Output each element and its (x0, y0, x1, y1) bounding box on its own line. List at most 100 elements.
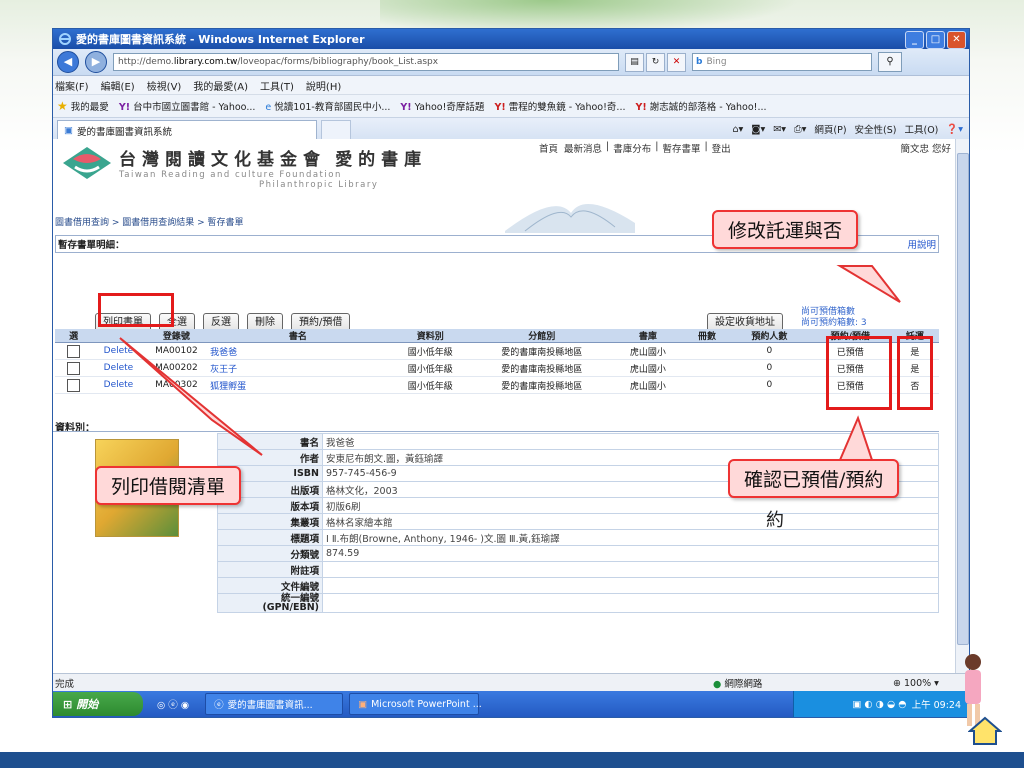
menu-favorites[interactable]: 我的最愛(A) (193, 78, 248, 93)
favorite-link-2[interactable]: e 悅讀101-教育部國民中小... (265, 99, 390, 113)
menu-bar: 檔案(F) 編輯(E) 檢視(V) 我的最愛(A) 工具(T) 說明(H) (53, 76, 969, 95)
callout-print: 列印借閱清單 (95, 466, 242, 505)
cmd-safety[interactable]: 安全性(S) (855, 122, 897, 136)
stop-icon[interactable]: ✕ (667, 52, 686, 72)
vertical-scrollbar[interactable] (955, 139, 969, 673)
maximize-button[interactable]: □ (926, 31, 945, 49)
nav-temp-list[interactable]: 暫存書單 (660, 141, 702, 155)
row-checkbox[interactable] (67, 378, 81, 392)
tray-icons[interactable]: ▣ ◐ ◑ ◒ ◓ (852, 699, 906, 710)
feeds-icon[interactable]: ◙▾ (751, 124, 765, 135)
system-tray: ▣ ◐ ◑ ◒ ◓ 上午 09:24 (793, 691, 969, 717)
taskbar-item-ie[interactable]: ⓔ 愛的書庫圖書資訊... (205, 693, 344, 715)
status-bar: 完成 ● 網際網路 ⊕ 100% ▾ (53, 673, 969, 692)
menu-view[interactable]: 檢視(V) (147, 78, 182, 93)
menu-tools[interactable]: 工具(T) (260, 78, 294, 93)
logo-title-2: 愛的書庫 (335, 150, 428, 170)
delete-link[interactable]: Delete (92, 359, 145, 377)
open-book-illustration (505, 204, 635, 233)
detail-row: 版本項 初版6刷 (217, 497, 939, 514)
col-branch: 分館別 (472, 329, 611, 343)
title-bar: 愛的書庫圖書資訊系統 - Windows Internet Explorer _… (53, 29, 969, 49)
row-checkbox[interactable] (67, 344, 81, 358)
nav-news[interactable]: 最新消息 (562, 141, 604, 155)
detail-key: 書名 (217, 433, 323, 450)
help-icon[interactable]: ❓▾ (946, 124, 963, 135)
col-action (92, 329, 145, 343)
col-type: 資料別 (387, 329, 473, 343)
url-field[interactable]: http://demo. library.com.tw/loveopac/form… (113, 53, 619, 71)
close-button[interactable]: ✕ (947, 31, 966, 49)
cmd-tools[interactable]: 工具(O) (905, 122, 939, 136)
mail-icon[interactable]: ✉▾ (773, 124, 786, 135)
detail-key: 分類號 (217, 545, 323, 562)
favorites-bar: ★ 我的最愛 Y! 台中市國立圖書館 - Yahoo... e 悅讀101-教育… (53, 95, 969, 118)
yahoo-blog-icon: Y! (635, 102, 647, 113)
ie-icon (59, 33, 71, 45)
site-logo[interactable]: 台灣閱讀文化基金會 愛的書庫 Taiwan Reading and cultur… (61, 145, 427, 190)
detail-row: 書名 我爸爸 (217, 433, 939, 450)
nav-branches[interactable]: 書庫分布 (611, 141, 653, 155)
new-tab-button[interactable] (321, 120, 351, 140)
scrollbar-thumb[interactable] (957, 153, 969, 645)
star-icon: ★ (57, 99, 68, 113)
favorite-link-3[interactable]: Y! Yahoo!奇摩話題 (400, 99, 484, 113)
minimize-button[interactable]: _ (905, 31, 924, 49)
menu-edit[interactable]: 編輯(E) (101, 78, 135, 93)
detail-key: 統一編號 (GPN/EBN) (217, 593, 323, 613)
row-reservations: 0 (728, 342, 810, 360)
table-row[interactable]: Delete MA00102 我爸爸 國小低年級 愛的書庫南投縣地區 虎山國小 … (55, 342, 939, 360)
search-icon[interactable]: ⚲ (878, 52, 902, 72)
favorite-link-5[interactable]: Y! 謝志誠的部落格 - Yahoo!... (636, 99, 767, 113)
table-row[interactable]: Delete MA00302 狐狸孵蛋 國小低年級 愛的書庫南投縣地區 虎山國小… (55, 376, 939, 394)
start-button[interactable]: ⊞ 開始 (53, 692, 143, 716)
detail-value: 格林名家繪本館 (322, 513, 939, 530)
col-count: 冊數 (685, 329, 729, 343)
nav-home[interactable]: 首頁 (537, 141, 560, 155)
windows-logo-icon: ⊞ (63, 697, 73, 711)
delete-link[interactable]: Delete (92, 342, 145, 360)
quicklaunch-icons[interactable]: ◎ ⓔ ◉ (157, 697, 189, 711)
menu-file[interactable]: 檔案(F) (55, 78, 89, 93)
search-input[interactable]: b Bing (692, 53, 872, 71)
detail-key: 集叢項 (217, 513, 323, 530)
refresh-icon[interactable]: ↻ (646, 52, 665, 72)
home-icon[interactable]: ⌂▾ (732, 124, 743, 135)
search-placeholder: Bing (706, 57, 727, 67)
favorites-button[interactable]: ★ 我的最愛 (57, 99, 109, 113)
detail-key: 文件編號 (217, 577, 323, 594)
table-header: 選 登錄號 書名 資料別 分館別 書庫 冊數 預約人數 預約/預借 託運 (55, 329, 939, 343)
back-button[interactable]: ◀ (57, 51, 79, 73)
print-icon[interactable]: ⎙▾ (794, 124, 806, 135)
compat-view-icon[interactable]: ▤ (625, 52, 644, 72)
detail-key: 作者 (217, 449, 323, 466)
favorite-label: 悅讀101-教育部國民中小... (274, 102, 391, 113)
nav-logout[interactable]: 登出 (710, 141, 733, 155)
favorite-label: 台中市國立圖書館 - Yahoo... (133, 102, 256, 113)
row-checkbox[interactable] (67, 361, 81, 375)
logo-title: 台灣閱讀文化基金會 (119, 150, 326, 170)
tab-library[interactable]: ▣ 愛的書庫圖書資訊系統 (57, 120, 317, 140)
row-title[interactable]: 灰王子 (208, 359, 388, 377)
detail-row: 集叢項 格林名家繪本館 (217, 513, 939, 530)
detail-row: 文件編號 (217, 577, 939, 594)
favorite-link-1[interactable]: Y! 台中市國立圖書館 - Yahoo... (119, 99, 256, 113)
favorite-link-4[interactable]: Y! 雷程的雙魚鏡 - Yahoo!奇... (494, 99, 625, 113)
table-row[interactable]: Delete MA00202 灰王子 國小低年級 愛的書庫南投縣地區 虎山國小 … (55, 359, 939, 377)
row-id: MA00202 (144, 359, 209, 377)
breadcrumb[interactable]: 圖書借用查詢 > 圖書借用查詢結果 > 暫存書單 (55, 215, 244, 228)
forward-button[interactable]: ▶ (85, 51, 107, 73)
row-title[interactable]: 我爸爸 (208, 342, 388, 360)
url-path: /loveopac/forms/bibliography/book_List.a… (237, 57, 439, 67)
menu-help[interactable]: 說明(H) (306, 78, 341, 93)
tab-label: 愛的書庫圖書資訊系統 (76, 126, 172, 138)
taskbar-item-ppt[interactable]: ▣ Microsoft PowerPoint ... (349, 693, 482, 715)
help-link[interactable]: 用說明 (907, 237, 936, 251)
cmd-page[interactable]: 網頁(P) (814, 122, 846, 136)
delete-link[interactable]: Delete (92, 376, 145, 394)
logo-sub-1: Taiwan Reading and culture Foundation (119, 170, 342, 180)
home-icon[interactable] (968, 716, 1002, 746)
zoom-control[interactable]: ⊕ 100% ▾ (893, 678, 939, 689)
row-title[interactable]: 狐狸孵蛋 (208, 376, 388, 394)
row-branch: 愛的書庫南投縣地區 (472, 376, 611, 394)
